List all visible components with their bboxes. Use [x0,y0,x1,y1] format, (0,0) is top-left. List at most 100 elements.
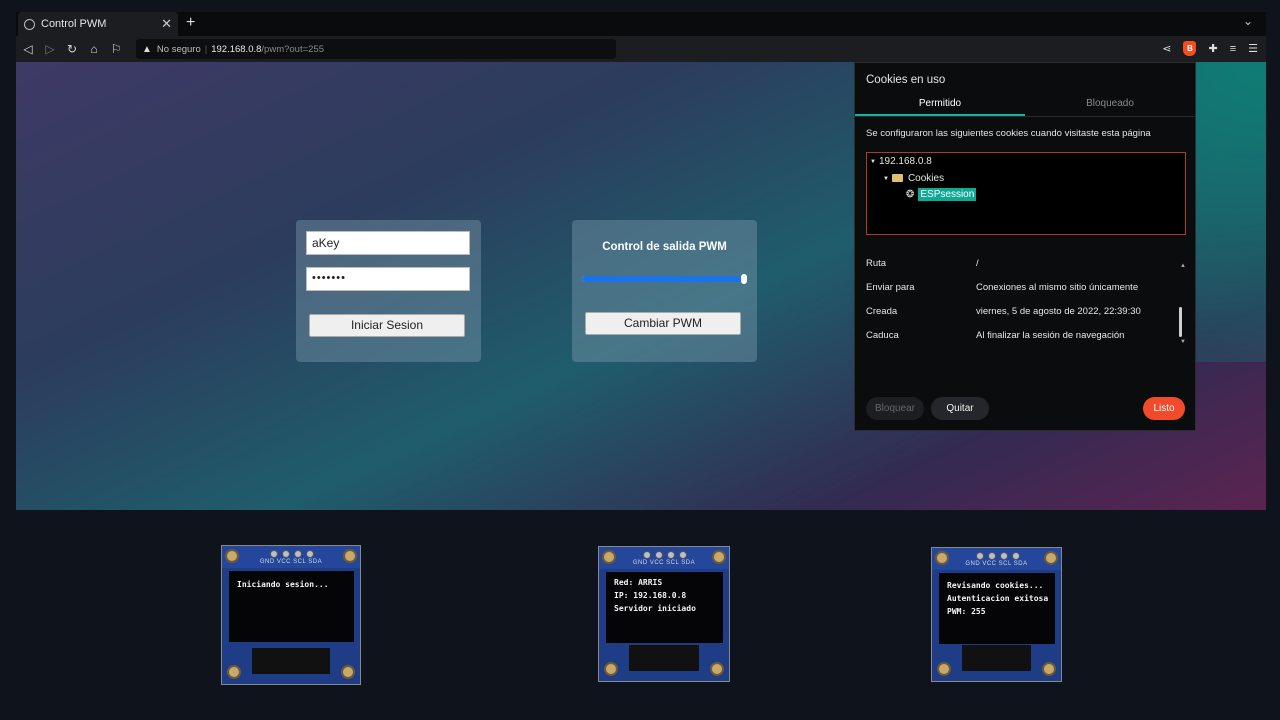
pin-label: GND VCC SCL SDA [965,561,1028,567]
oled-line: Red: ARRIS [614,578,663,587]
bookmark-icon[interactable]: ⚐ [106,42,126,56]
block-button[interactable]: Bloquear [866,397,924,420]
screw-icon [602,550,616,564]
expand-caret-icon[interactable]: ▼ [883,176,889,182]
expand-caret-icon[interactable]: ▼ [870,159,876,165]
pwm-slider[interactable] [582,274,747,284]
pwm-card: Control de salida PWM Cambiar PWM [572,220,757,362]
forward-icon[interactable]: ▷ [40,42,60,56]
remove-button[interactable]: Quitar [931,397,989,420]
reload-icon[interactable]: ↻ [62,42,82,56]
tree-item-host[interactable]: ▼ 192.168.0.8 [870,156,932,167]
brave-shields-icon[interactable]: B [1183,41,1197,56]
oled-screen: Red: ARRIS IP: 192.168.0.8 Servidor inic… [606,572,723,643]
menu-icon[interactable]: ☰ [1248,42,1258,55]
screw-icon [341,665,355,679]
playlist-icon[interactable]: ≡ [1230,43,1236,55]
detail-value: viernes, 5 de agosto de 2022, 22:39:30 [976,306,1141,317]
detail-label: Enviar para [866,282,915,293]
tree-item-folder[interactable]: ▼ Cookies [883,173,944,184]
cookies-dialog-title: Cookies en uso [866,74,946,86]
address-bar[interactable]: ▲ No seguro | 192.168.0.8/pwm?out=255 [136,39,616,59]
folder-icon [891,174,903,182]
pin-icon [294,550,302,558]
pin-icon [270,550,278,558]
oled-line: PWM: 255 [947,607,986,616]
username-input[interactable]: aKey [306,231,470,255]
oled-photo-1: GND VCC SCL SDA Iniciando sesion... [221,545,361,685]
scroll-up-icon[interactable]: ▲ [1180,263,1186,269]
done-button[interactable]: Listo [1143,397,1185,420]
oled-screen: Revisando cookies... Autenticacion exito… [939,573,1055,644]
share-icon[interactable]: ⋖ [1162,42,1171,55]
cookies-description: Se configuraron las siguientes cookies c… [866,128,1151,139]
ribbon-cable [962,645,1031,671]
pin-icon [643,551,651,559]
tree-host-label: 192.168.0.8 [878,156,932,167]
cookies-tabs: Permitido Bloqueado [855,97,1195,117]
detail-value: / [976,258,979,269]
slider-thumb[interactable] [741,274,747,284]
browser-tab[interactable]: Control PWM ✕ [18,12,178,36]
new-tab-button[interactable]: + [186,14,195,32]
login-button[interactable]: Iniciar Sesion [309,314,465,337]
detail-value: Al finalizar la sesión de navegación [976,330,1125,341]
login-card: aKey ••••••• Iniciar Sesion [296,220,481,362]
change-pwm-button[interactable]: Cambiar PWM [585,312,741,335]
url-path: /pwm?out=255 [261,43,324,55]
scrollbar-thumb[interactable] [1179,307,1182,337]
cookie-icon: ❂ [906,189,915,200]
screw-icon [604,662,618,676]
detail-label: Caduca [866,330,899,341]
detail-label: Ruta [866,258,887,269]
warning-icon: ▲ [142,43,152,55]
pin-icon [655,551,663,559]
extensions-icon[interactable]: ✚ [1208,42,1217,55]
back-icon[interactable]: ◁ [18,42,38,56]
close-tab-icon[interactable]: ✕ [161,16,172,32]
oled-photo-3: GND VCC SCL SDA Revisando cookies... Aut… [931,547,1062,682]
pin-label: GND VCC SCL SDA [259,559,323,565]
screw-icon [227,665,241,679]
screw-icon [225,549,239,563]
screw-icon [1044,551,1058,565]
oled-line: Autenticacion exitosa [947,594,1049,603]
ribbon-cable [629,645,699,671]
url-host: 192.168.0.8 [211,43,262,55]
home-icon[interactable]: ⌂ [84,42,104,56]
cookie-tree: ▼ 192.168.0.8 ▼ Cookies ❂ ESPsession [866,152,1186,235]
screw-icon [343,549,357,563]
tree-item-cookie[interactable]: ❂ ESPsession [906,188,977,201]
pin-icon [988,552,996,560]
tree-folder-label: Cookies [907,173,945,184]
oled-photo-2: GND VCC SCL SDA Red: ARRIS IP: 192.168.0… [598,546,730,682]
tree-cookie-label: ESPsession [918,188,977,201]
tab-search-icon[interactable]: ⌄ [1243,14,1253,28]
screw-icon [712,550,726,564]
screw-icon [935,551,949,565]
oled-line: Iniciando sesion... [237,580,329,589]
detail-label: Creada [866,306,898,317]
scroll-down-icon[interactable]: ▼ [1180,339,1186,345]
tab-allowed[interactable]: Permitido [855,97,1025,116]
ribbon-cable [252,648,330,674]
password-input[interactable]: ••••••• [306,267,470,291]
pin-icon [306,550,314,558]
pin-icon [1000,552,1008,560]
globe-icon [24,18,35,30]
screw-icon [1042,662,1056,676]
oled-line: IP: 192.168.0.8 [614,591,687,600]
tab-title: Control PWM [41,18,107,30]
pin-label: GND VCC SCL SDA [632,560,696,566]
pwm-title: Control de salida PWM [602,241,727,253]
slider-fill [582,276,744,282]
url-separator: | [204,43,208,55]
tab-strip [16,12,1266,36]
screw-icon [710,662,724,676]
cookies-dialog: Cookies en uso Permitido Bloqueado Se co… [854,62,1196,431]
tab-blocked[interactable]: Bloqueado [1025,97,1195,116]
pin-icon [976,552,984,560]
pin-icon [1012,552,1020,560]
pin-icon [667,551,675,559]
browser-toolbar: ◁ ▷ ↻ ⌂ ⚐ ▲ No seguro | 192.168.0.8/pwm?… [16,36,1266,62]
